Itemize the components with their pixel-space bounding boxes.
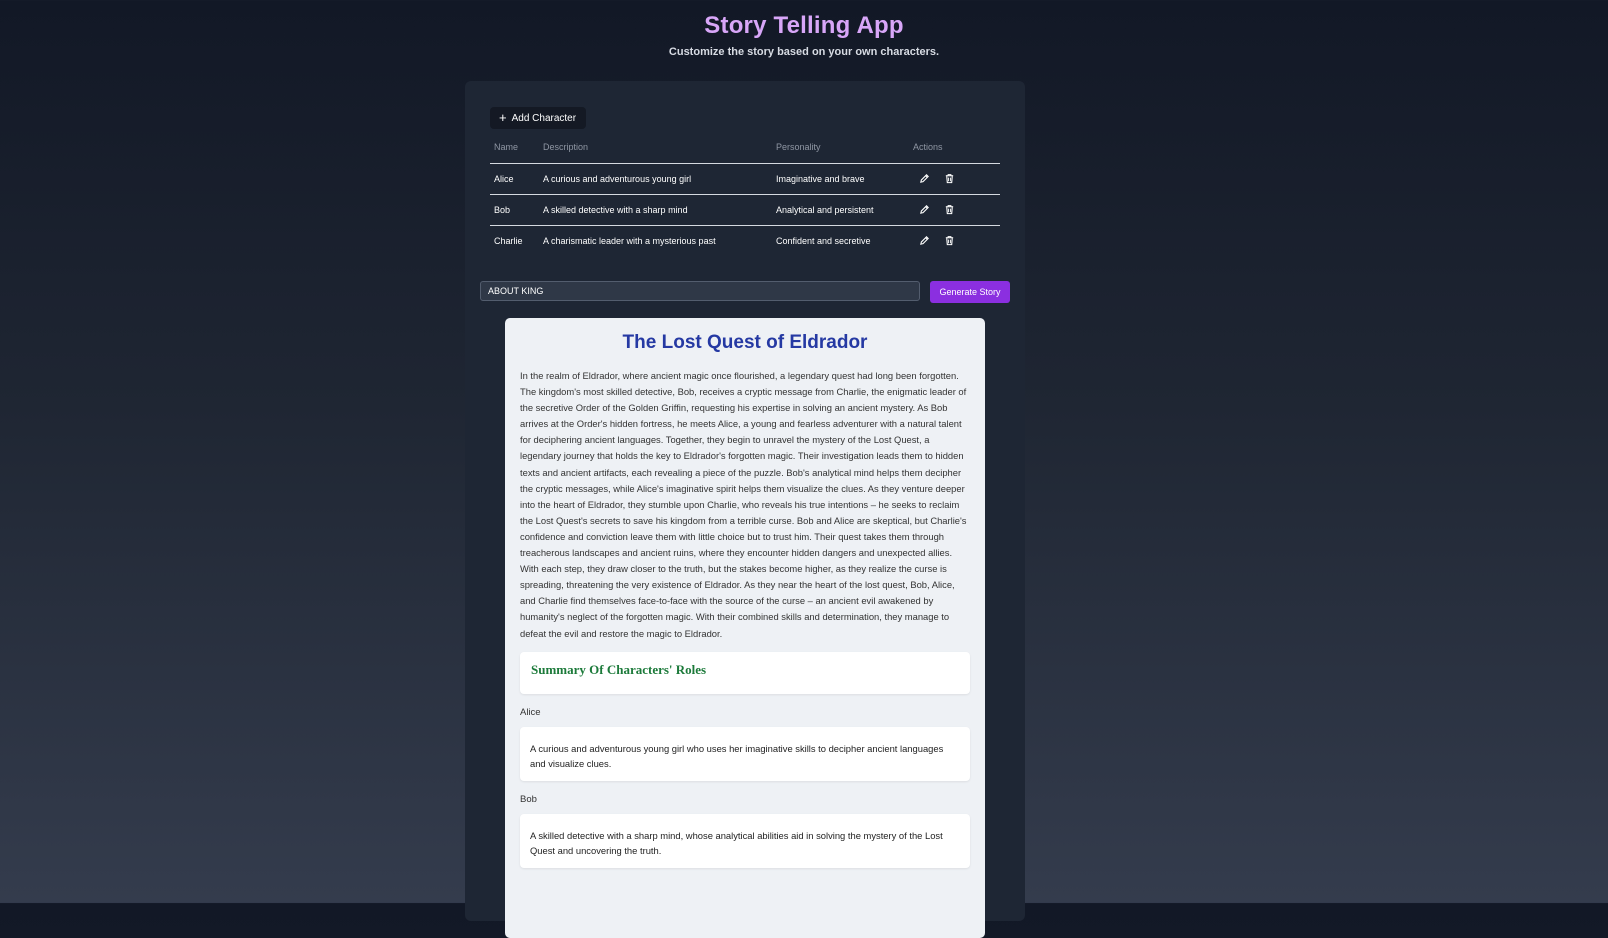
character-personality: Confident and secretive <box>772 225 909 256</box>
story-card: The Lost Quest of Eldrador In the realm … <box>505 318 985 938</box>
pencil-icon[interactable] <box>919 204 930 215</box>
story-prompt-input[interactable] <box>480 281 920 301</box>
character-personality: Analytical and persistent <box>772 194 909 226</box>
row-actions <box>909 163 1000 195</box>
add-character-label: Add Character <box>511 112 577 124</box>
table-row: Bob A skilled detective with a sharp min… <box>490 194 1000 226</box>
column-header-personality: Personality <box>776 142 821 152</box>
trash-icon[interactable] <box>944 173 955 184</box>
character-description: A charismatic leader with a mysterious p… <box>539 225 772 256</box>
character-name: Charlie <box>490 225 539 256</box>
summary-header-card: Summary Of Characters' Roles <box>520 651 970 694</box>
row-actions <box>909 194 1000 226</box>
row-actions <box>909 225 1000 256</box>
pencil-icon[interactable] <box>919 173 930 184</box>
role-name: Alice <box>520 706 541 718</box>
character-name: Alice <box>490 163 539 195</box>
character-description: A skilled detective with a sharp mind <box>539 194 772 226</box>
role-name: Bob <box>520 793 537 805</box>
characters-panel: + Add Character Name Description Persona… <box>465 81 1025 938</box>
role-card: A curious and adventurous young girl who… <box>520 726 970 781</box>
trash-icon[interactable] <box>944 235 955 246</box>
app-subtitle: Customize the story based on your own ch… <box>668 46 940 58</box>
table-row: Charlie A charismatic leader with a myst… <box>490 225 1000 256</box>
column-header-description: Description <box>543 142 589 152</box>
pencil-icon[interactable] <box>919 235 930 246</box>
characters-table: Name Description Personality Actions Ali… <box>490 139 1000 256</box>
character-name: Bob <box>490 194 539 226</box>
trash-icon[interactable] <box>944 204 955 215</box>
table-row: Alice A curious and adventurous young gi… <box>490 163 1000 195</box>
summary-title: Summary Of Characters' Roles <box>531 661 707 677</box>
story-prompt-row: Generate Story <box>480 281 1010 303</box>
column-header-actions: Actions <box>913 142 943 152</box>
character-description: A curious and adventurous young girl <box>539 163 772 195</box>
generate-story-button[interactable]: Generate Story <box>930 281 1010 303</box>
app-title: Story Telling App <box>704 12 904 39</box>
plus-icon: + <box>499 110 507 125</box>
story-title: The Lost Quest of Eldrador <box>622 332 868 353</box>
role-card: A skilled detective with a sharp mind, w… <box>520 813 970 868</box>
story-body: In the realm of Eldrador, where ancient … <box>520 370 967 639</box>
column-header-name: Name <box>494 142 519 152</box>
add-character-button[interactable]: + Add Character <box>490 107 587 129</box>
app-header: Story Telling App Customize the story ba… <box>0 0 1608 58</box>
character-personality: Imaginative and brave <box>772 163 909 195</box>
table-header-row: Name Description Personality Actions <box>490 139 1000 164</box>
